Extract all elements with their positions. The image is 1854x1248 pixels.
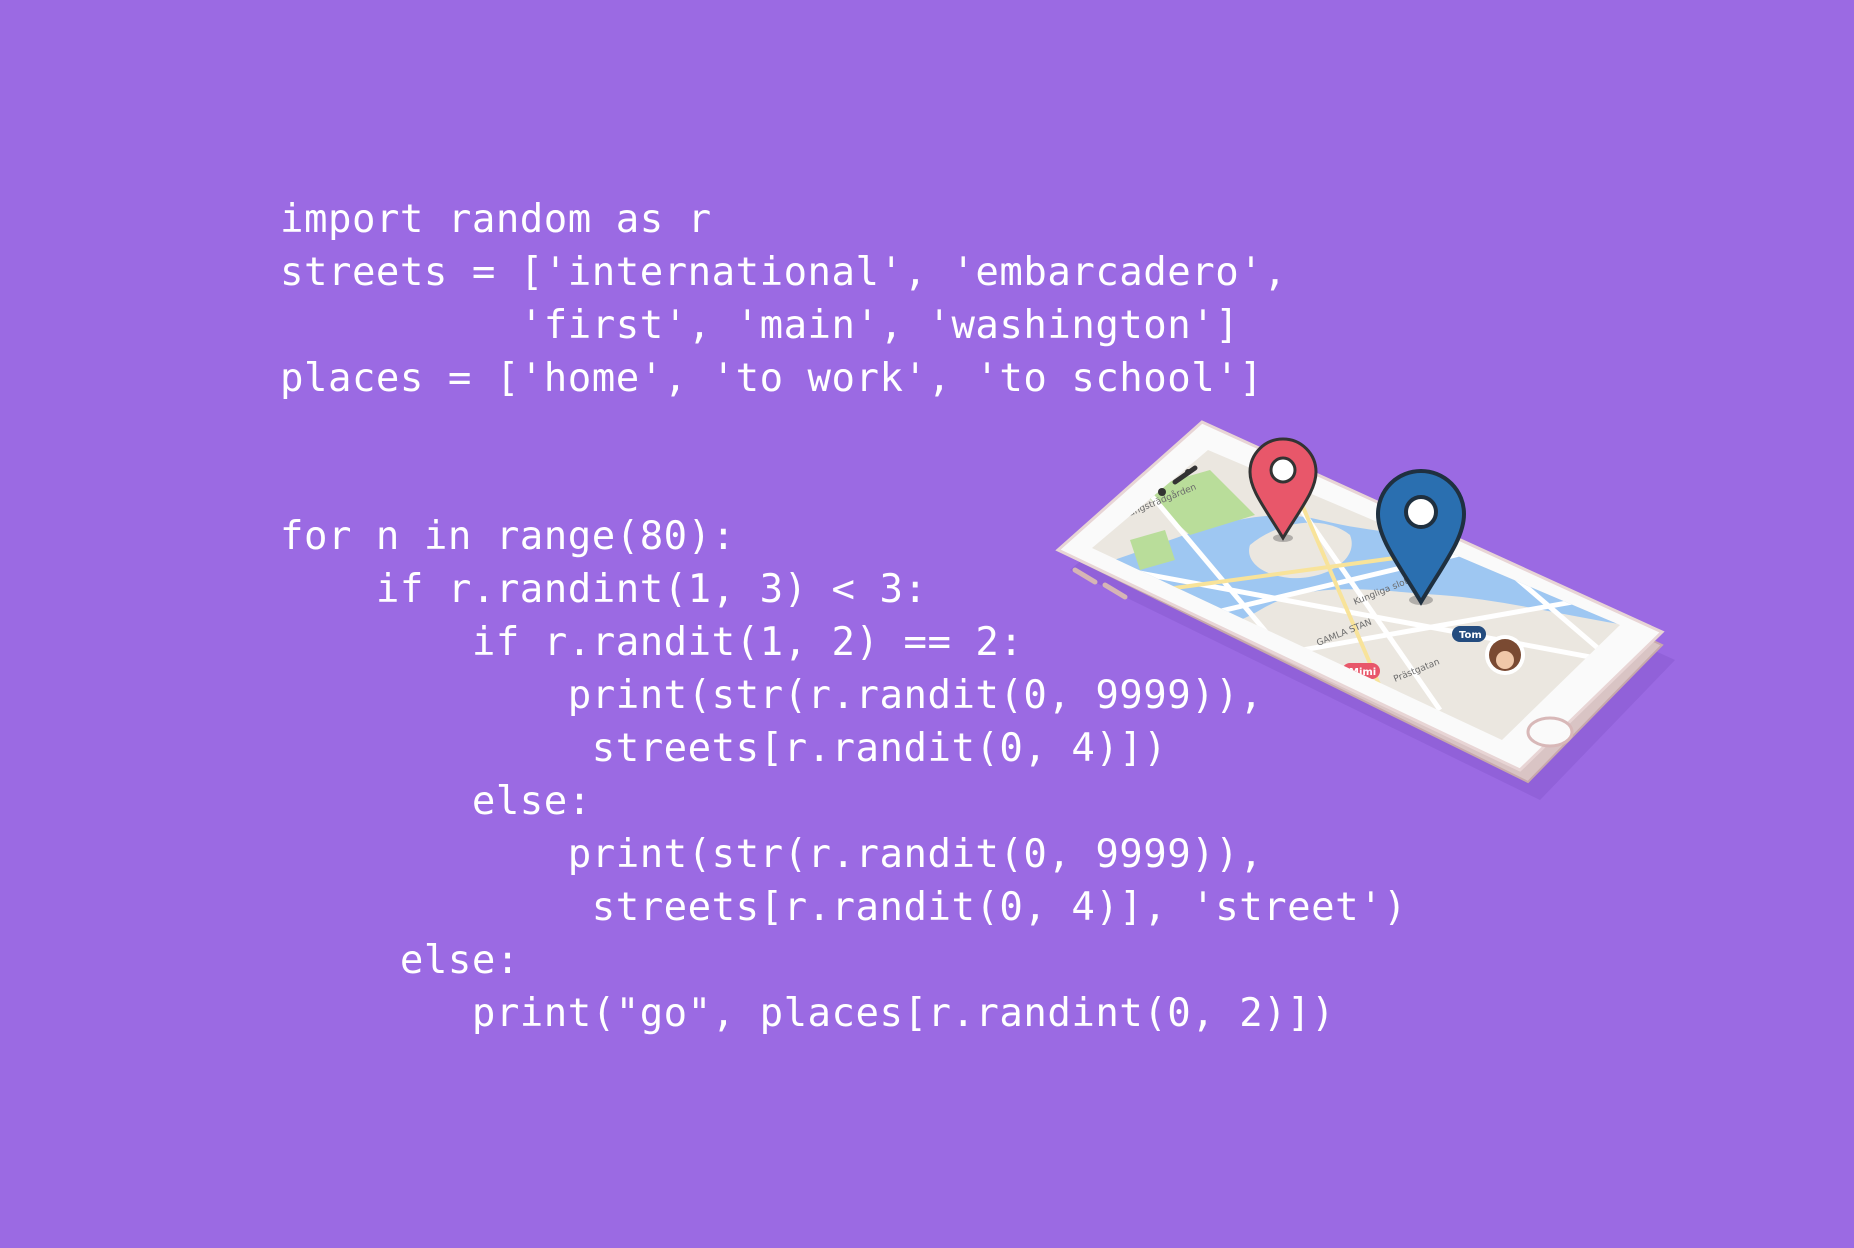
map-label: Stock <box>1542 534 1570 553</box>
friend-name: Tom <box>1459 630 1482 641</box>
code-line: print(str(r.randit(0, 9999)), <box>280 832 1264 877</box>
phone-camera <box>1158 488 1166 496</box>
code-line: if r.randint(1, 3) < 3: <box>280 567 928 612</box>
code-line: streets[r.randit(0, 4)], 'street') <box>280 885 1408 930</box>
map-land <box>1092 450 1620 740</box>
code-line: if r.randit(1, 2) == 2: <box>280 620 1024 665</box>
code-line: 'first', 'main', 'washington'] <box>280 303 1240 348</box>
code-line: print("go", places[r.randint(0, 2)]) <box>280 991 1336 1036</box>
code-line: import random as r <box>280 197 712 242</box>
home-button-icon[interactable] <box>1526 716 1574 748</box>
code-line: else: <box>280 779 592 824</box>
code-line: else: <box>280 938 520 983</box>
background-canvas: import random as r streets = ['internati… <box>0 0 1854 1248</box>
code-line: streets[r.randit(0, 4)]) <box>280 726 1168 771</box>
code-line: streets = ['international', 'embarcadero… <box>280 250 1288 295</box>
code-line: places = ['home', 'to work', 'to school'… <box>280 356 1264 401</box>
code-line: for n in range(80): <box>280 514 736 559</box>
map-screen: Nybroviken Kungliga slottet GAMLA STAN P… <box>1092 450 1620 740</box>
phone-sensor <box>1185 469 1191 475</box>
phone-svg: Nybroviken Kungliga slottet GAMLA STAN P… <box>1055 420 1675 800</box>
friend-chip-tom[interactable]: Tom <box>1452 626 1486 642</box>
friend-avatar[interactable] <box>1485 635 1525 675</box>
phone-illustration: Nybroviken Kungliga slottet GAMLA STAN P… <box>1040 410 1680 830</box>
